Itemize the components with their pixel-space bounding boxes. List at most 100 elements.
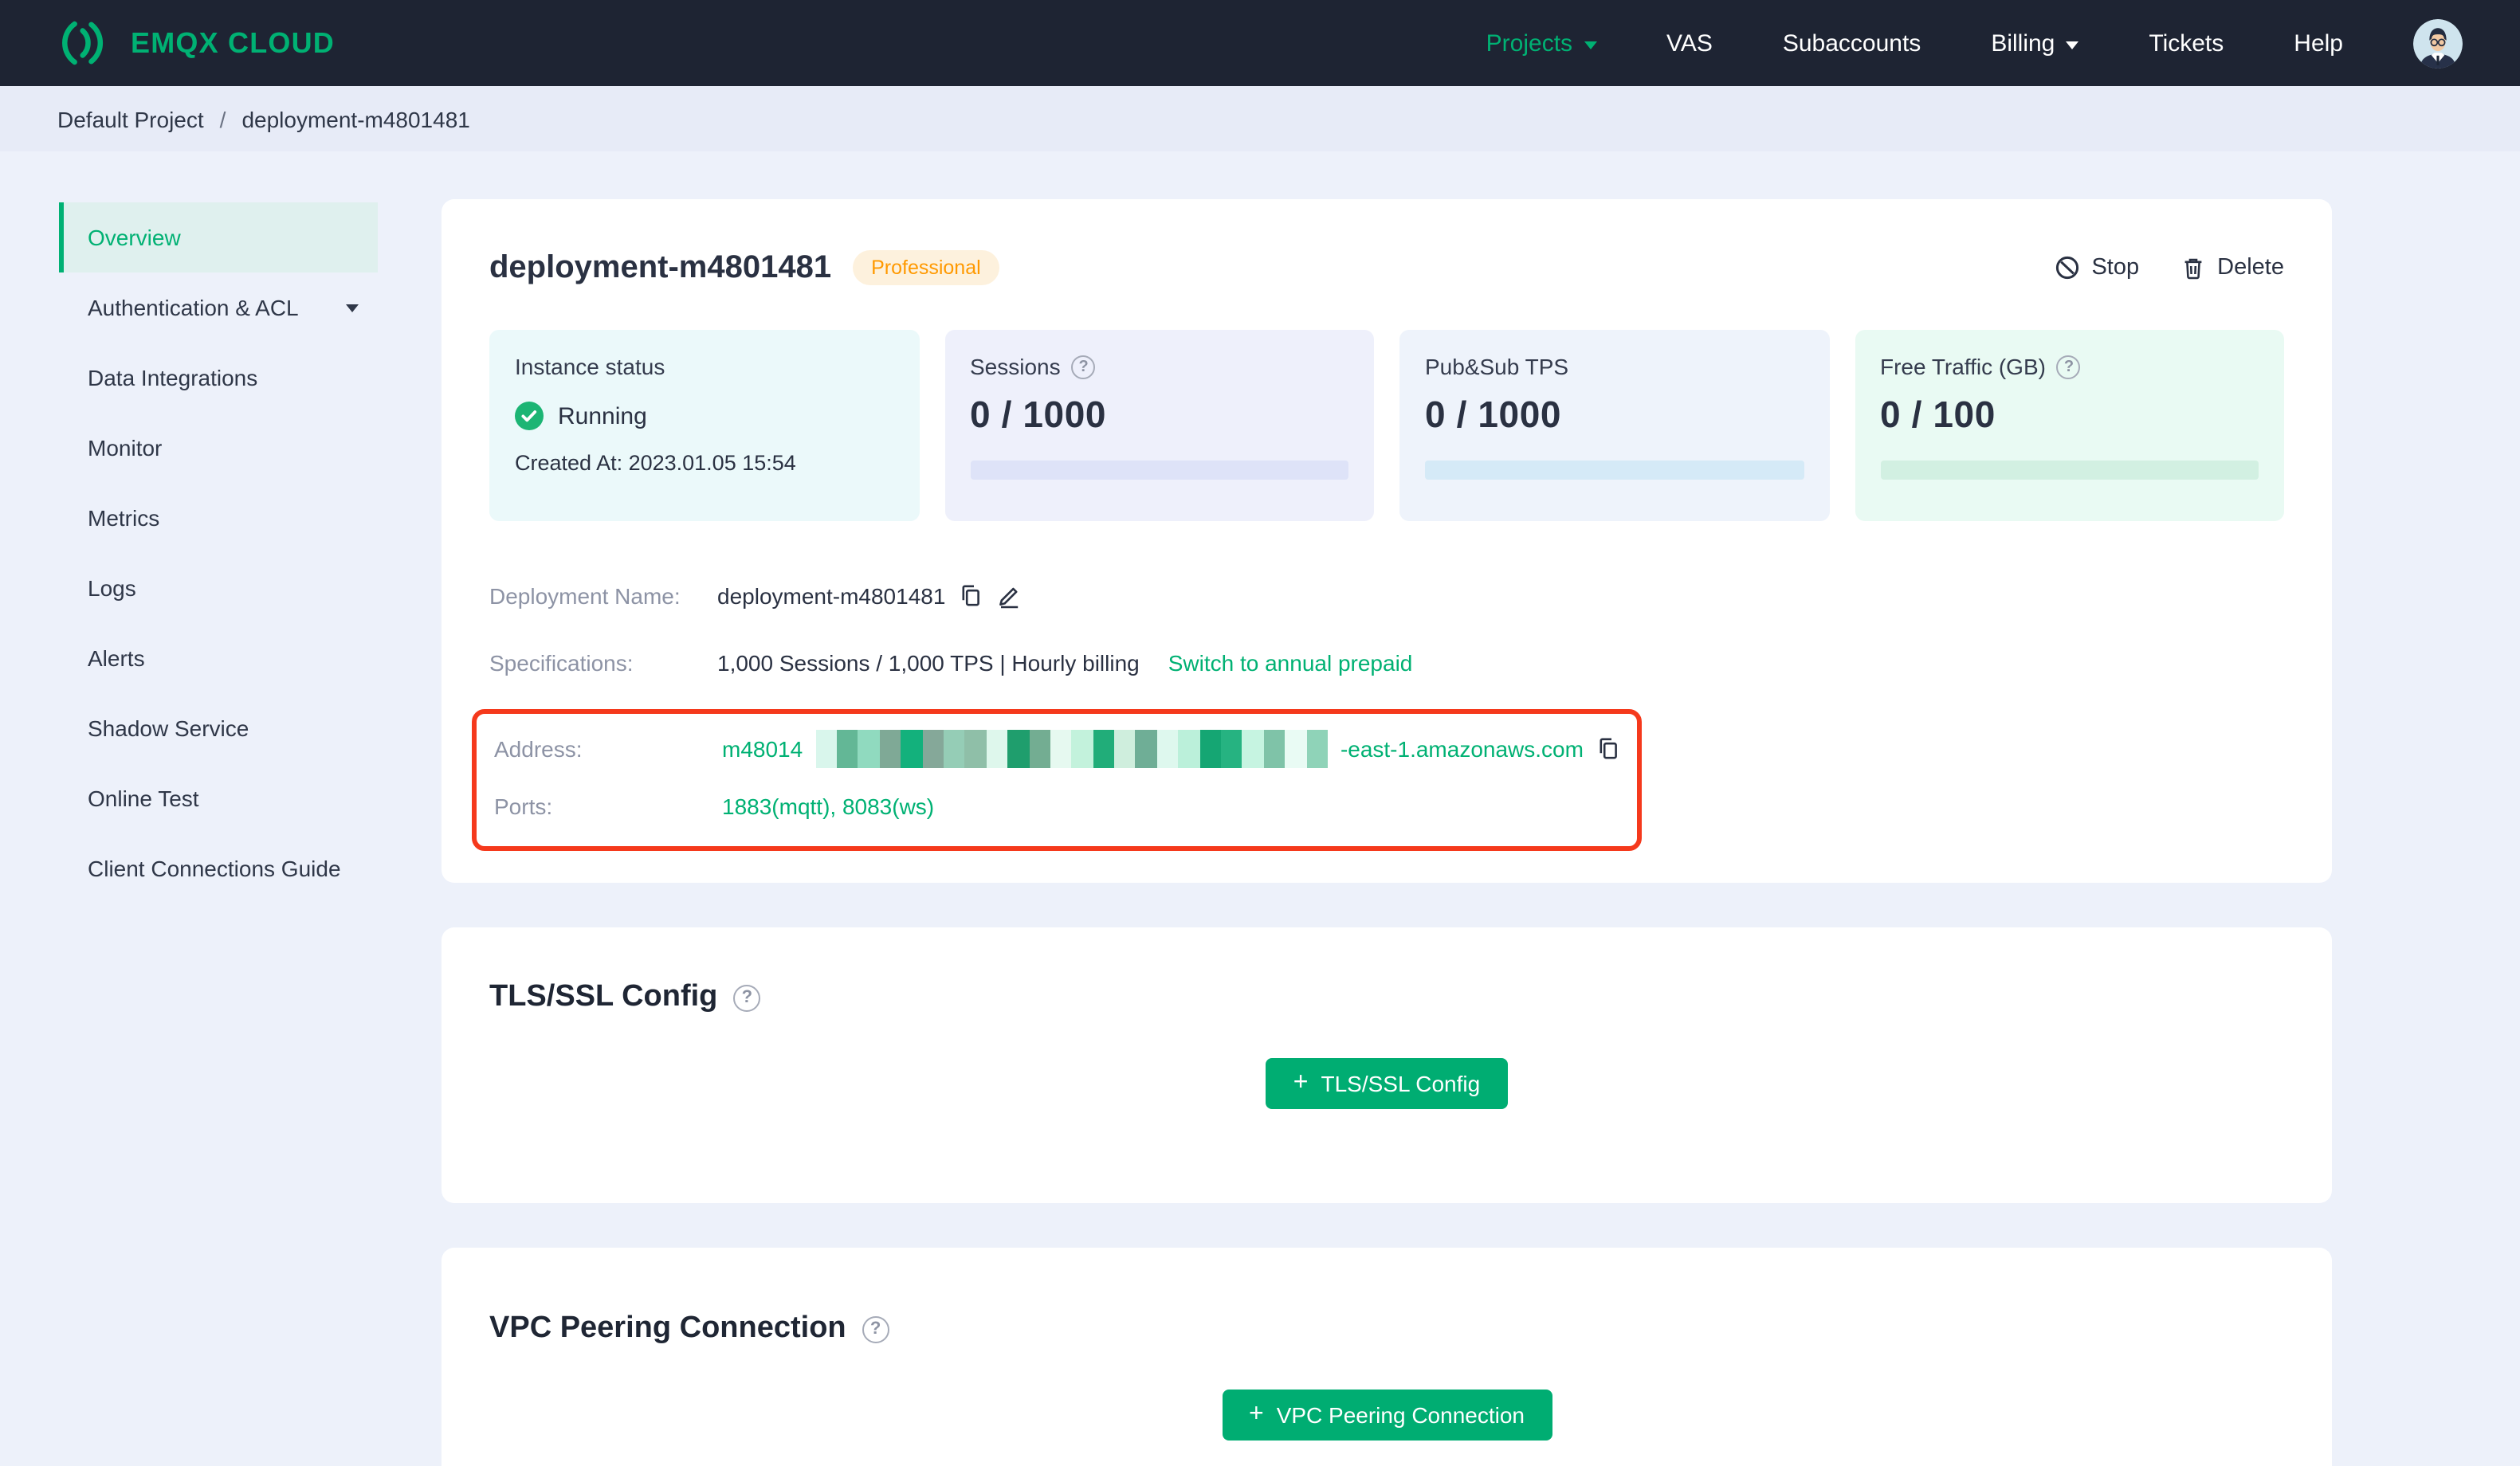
status-badge: Running (558, 402, 647, 429)
stat-title: Pub&Sub TPS (1425, 354, 1569, 379)
address-prefix: m48014 (722, 736, 803, 762)
address-suffix: -east-1.amazonaws.com (1340, 736, 1584, 762)
copy-icon (1600, 738, 1618, 759)
add-vpc-peering-button[interactable]: + VPC Peering Connection (1222, 1390, 1552, 1441)
sidebar-item-label: Monitor (88, 435, 163, 461)
sidebar-item-shadow-service[interactable]: Shadow Service (59, 693, 378, 763)
chevron-down-icon (2066, 41, 2079, 49)
instance-status-card: Instance status Running Created At: 2023… (489, 330, 919, 521)
help-icon[interactable]: ? (1071, 355, 1096, 378)
check-circle-icon (515, 402, 544, 430)
address-label: Address: (494, 736, 583, 762)
copy-icon (962, 585, 980, 606)
add-vpc-peering-label: VPC Peering Connection (1276, 1402, 1525, 1428)
switch-annual-prepaid-link[interactable]: Switch to annual prepaid (1168, 650, 1413, 676)
sidebar-item-label: Overview (88, 225, 181, 250)
vpc-peering-heading: VPC Peering Connection (489, 1311, 846, 1345)
redacted-address-mosaic (815, 730, 1328, 768)
pubsub-tps-card: Pub&Sub TPS 0 / 1000 (1399, 330, 1829, 521)
sidebar-item-label: Online Test (88, 786, 199, 811)
address-row: Address: m48014 -east-1.amazonaws.com (494, 720, 1637, 778)
sidebar-item-client-connections-guide[interactable]: Client Connections Guide (59, 833, 378, 904)
deployment-name-label: Deployment Name: (489, 583, 681, 609)
breadcrumb-current: deployment-m4801481 (241, 106, 470, 131)
help-icon[interactable]: ? (733, 984, 761, 1011)
nav-billing[interactable]: Billing (1991, 29, 2079, 57)
copy-address-button[interactable] (1596, 736, 1622, 762)
sessions-card: Sessions ? 0 / 1000 (944, 330, 1374, 521)
sidebar-item-label: Client Connections Guide (88, 856, 341, 881)
nav-subaccounts[interactable]: Subaccounts (1783, 29, 1921, 57)
top-navbar: EMQX CLOUD Projects VAS Subaccounts Bill… (0, 0, 2520, 86)
specifications-row: Specifications: 1,000 Sessions / 1,000 T… (489, 629, 2284, 696)
sidebar-item-label: Shadow Service (88, 715, 249, 741)
deployment-header: deployment-m4801481 Professional Stop De… (489, 244, 2284, 292)
stat-title: Free Traffic (GB) (1880, 354, 2046, 379)
chevron-down-icon (1584, 41, 1597, 49)
deployment-name-row: Deployment Name: deployment-m4801481 (489, 562, 2284, 629)
highlight-annotation-box: Address: m48014 -east-1.amazonaws.com Po… (472, 709, 1642, 851)
sidebar-item-label: Data Integrations (88, 365, 258, 390)
stop-icon (2056, 256, 2079, 280)
created-at-text: Created At: 2023.01.05 15:54 (515, 451, 796, 475)
sidebar-item-overview[interactable]: Overview (59, 202, 378, 272)
stat-title: Sessions (970, 354, 1061, 379)
nav-projects[interactable]: Projects (1486, 29, 1597, 57)
emqx-logo[interactable]: EMQX CLOUD (57, 16, 335, 70)
sessions-progress-bar (970, 461, 1348, 480)
edit-pencil-icon (999, 587, 1019, 609)
stats-row: Instance status Running Created At: 2023… (489, 330, 2284, 521)
free-traffic-value: 0 / 100 (1880, 394, 1996, 435)
breadcrumb-separator: / (219, 106, 226, 131)
nav-vas[interactable]: VAS (1666, 29, 1713, 57)
ports-row: Ports: 1883(mqtt), 8083(ws) (494, 778, 1637, 835)
sidebar-item-label: Alerts (88, 645, 145, 671)
vpc-peering-section: VPC Peering Connection ? + VPC Peering C… (442, 1248, 2332, 1466)
delete-button[interactable]: Delete (2180, 255, 2284, 280)
tls-ssl-heading: TLS/SSL Config (489, 980, 718, 1013)
sidebar-item-online-test[interactable]: Online Test (59, 763, 378, 833)
chevron-down-icon (346, 304, 359, 312)
top-nav-menu: Projects VAS Subaccounts Billing Tickets… (1486, 18, 2463, 68)
sessions-value: 0 / 1000 (970, 394, 1107, 435)
nav-help[interactable]: Help (2294, 29, 2343, 57)
delete-label: Delete (2217, 255, 2284, 280)
sidebar-item-data-integrations[interactable]: Data Integrations (59, 343, 378, 413)
nav-tickets[interactable]: Tickets (2149, 29, 2224, 57)
nav-projects-label: Projects (1486, 29, 1573, 57)
sidebar-item-monitor[interactable]: Monitor (59, 413, 378, 483)
emqx-logo-icon (62, 21, 104, 65)
sidebar-item-authentication-acl[interactable]: Authentication & ACL (59, 272, 378, 343)
deployment-title: deployment-m4801481 (489, 249, 832, 284)
copy-deployment-name-button[interactable] (958, 583, 983, 609)
ports-value: 1883(mqtt), 8083(ws) (722, 794, 935, 819)
sidebar: Overview Authentication & ACL Data Integ… (59, 202, 378, 904)
sidebar-item-alerts[interactable]: Alerts (59, 623, 378, 693)
trash-icon (2184, 258, 2202, 280)
add-tls-ssl-config-button[interactable]: + TLS/SSL Config (1266, 1058, 1508, 1109)
main-content: deployment-m4801481 Professional Stop De… (442, 199, 2332, 1466)
deployment-name-value: deployment-m4801481 (717, 583, 946, 609)
edit-deployment-name-button[interactable] (996, 583, 1022, 609)
free-traffic-card: Free Traffic (GB) ? 0 / 100 (1855, 330, 2284, 521)
help-icon[interactable]: ? (862, 1315, 889, 1343)
pubsub-tps-value: 0 / 1000 (1425, 394, 1562, 435)
sidebar-item-logs[interactable]: Logs (59, 553, 378, 623)
sidebar-item-label: Logs (88, 575, 136, 601)
plus-icon: + (1249, 1401, 1264, 1428)
stop-button[interactable]: Stop (2055, 255, 2139, 280)
pubsub-tps-progress-bar (1425, 461, 1804, 480)
tls-ssl-section: TLS/SSL Config ? + TLS/SSL Config (442, 927, 2332, 1203)
stop-label: Stop (2091, 255, 2140, 280)
breadcrumb-project[interactable]: Default Project (57, 106, 204, 131)
deployment-info: Deployment Name: deployment-m4801481 Spe… (472, 562, 2284, 851)
avatar-illustration (2413, 18, 2463, 68)
help-icon[interactable]: ? (2056, 355, 2081, 378)
user-avatar[interactable] (2413, 18, 2463, 68)
add-tls-ssl-config-label: TLS/SSL Config (1321, 1071, 1481, 1096)
deployment-overview-card: deployment-m4801481 Professional Stop De… (442, 199, 2332, 883)
specifications-label: Specifications: (489, 650, 634, 676)
sidebar-item-metrics[interactable]: Metrics (59, 483, 378, 553)
stat-title: Instance status (515, 354, 665, 379)
nav-billing-label: Billing (1991, 29, 2055, 57)
